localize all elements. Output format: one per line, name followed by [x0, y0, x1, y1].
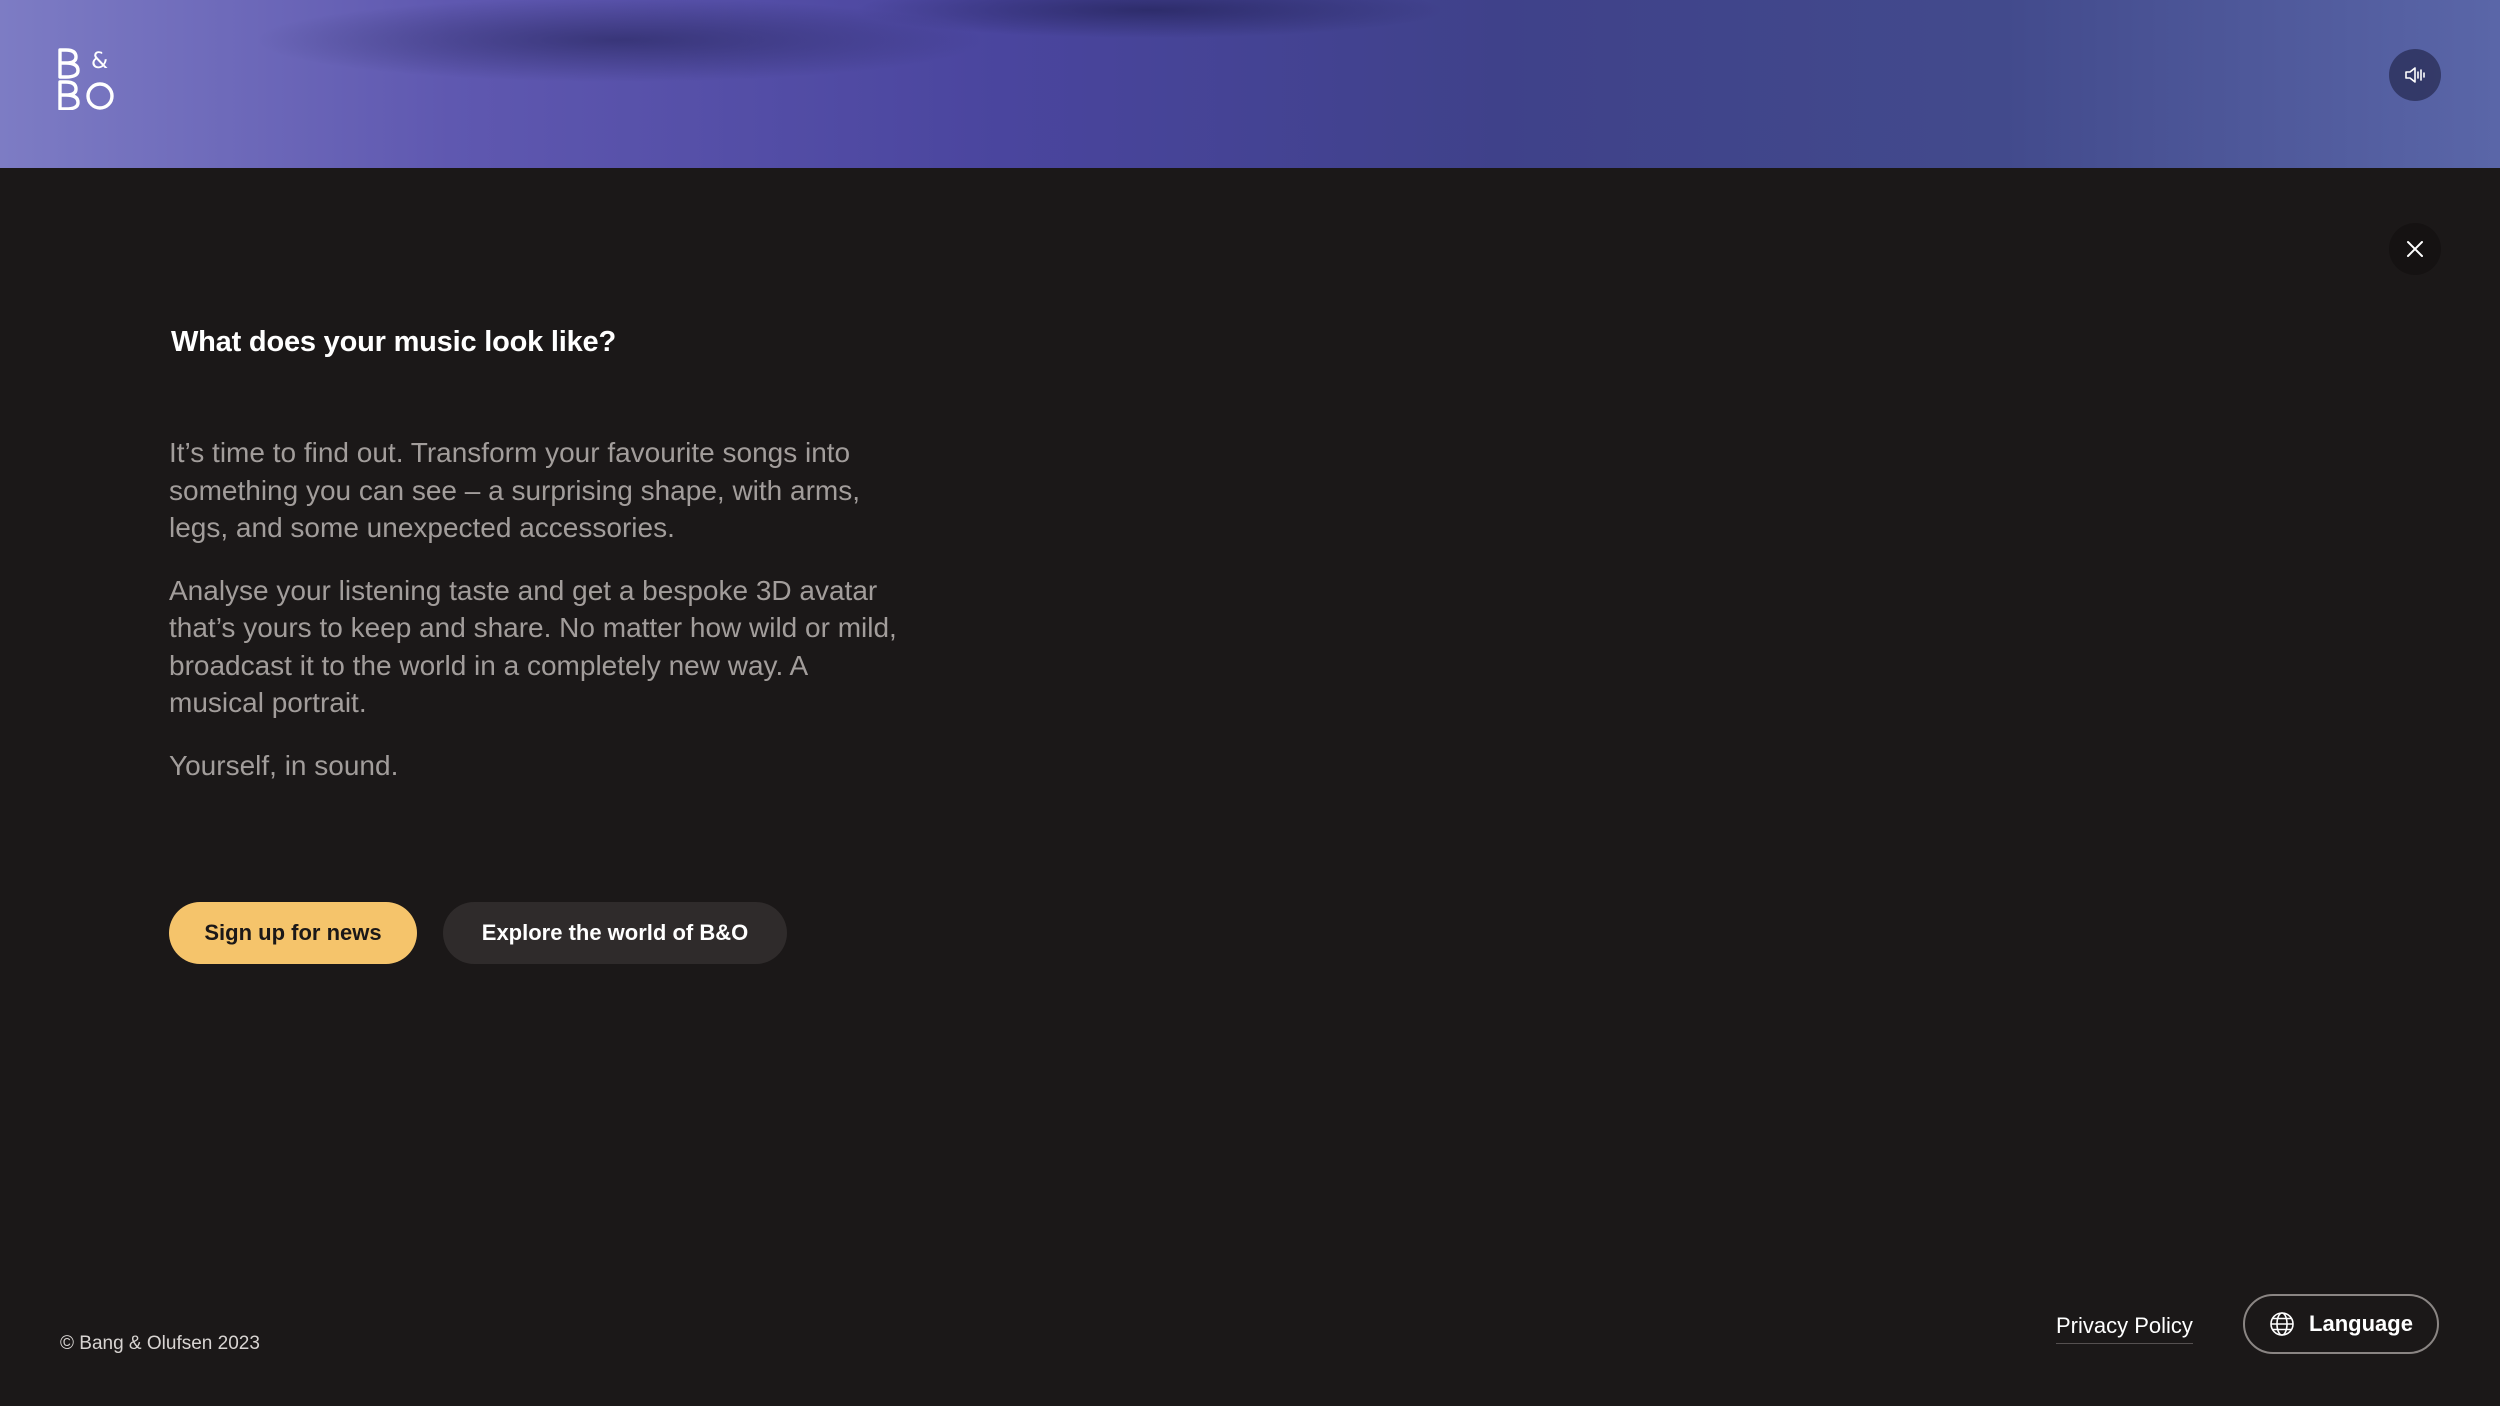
- svg-text:&: &: [91, 49, 108, 74]
- tagline-paragraph: Yourself, in sound.: [169, 749, 399, 781]
- explore-button[interactable]: Explore the world of B&O: [443, 902, 787, 964]
- modal-title: What does your music look like?: [171, 326, 616, 358]
- language-button[interactable]: Language: [2243, 1294, 2439, 1354]
- language-label: Language: [2309, 1311, 2413, 1336]
- hero-background: [0, 0, 2500, 168]
- modal-body: It’s time to find out. Transform your fa…: [169, 434, 899, 809]
- speaker-icon: [2405, 67, 2425, 83]
- copyright-text: © Bang & Olufsen 2023: [60, 1333, 260, 1354]
- page: & What does your music look like? It’s t…: [0, 0, 2500, 1406]
- intro-paragraph: It’s time to find out. Transform your fa…: [169, 437, 861, 543]
- description-paragraph: Analyse your listening taste and get a b…: [169, 574, 897, 719]
- close-icon: [2407, 241, 2423, 257]
- logo-icon: &: [58, 48, 114, 111]
- close-button[interactable]: [2389, 223, 2441, 275]
- sound-toggle-button[interactable]: [2389, 49, 2441, 101]
- sign-up-button[interactable]: Sign up for news: [169, 902, 417, 964]
- globe-icon: [2270, 1312, 2294, 1336]
- bang-olufsen-logo[interactable]: &: [56, 46, 120, 111]
- privacy-policy-link[interactable]: Privacy Policy: [2056, 1313, 2193, 1344]
